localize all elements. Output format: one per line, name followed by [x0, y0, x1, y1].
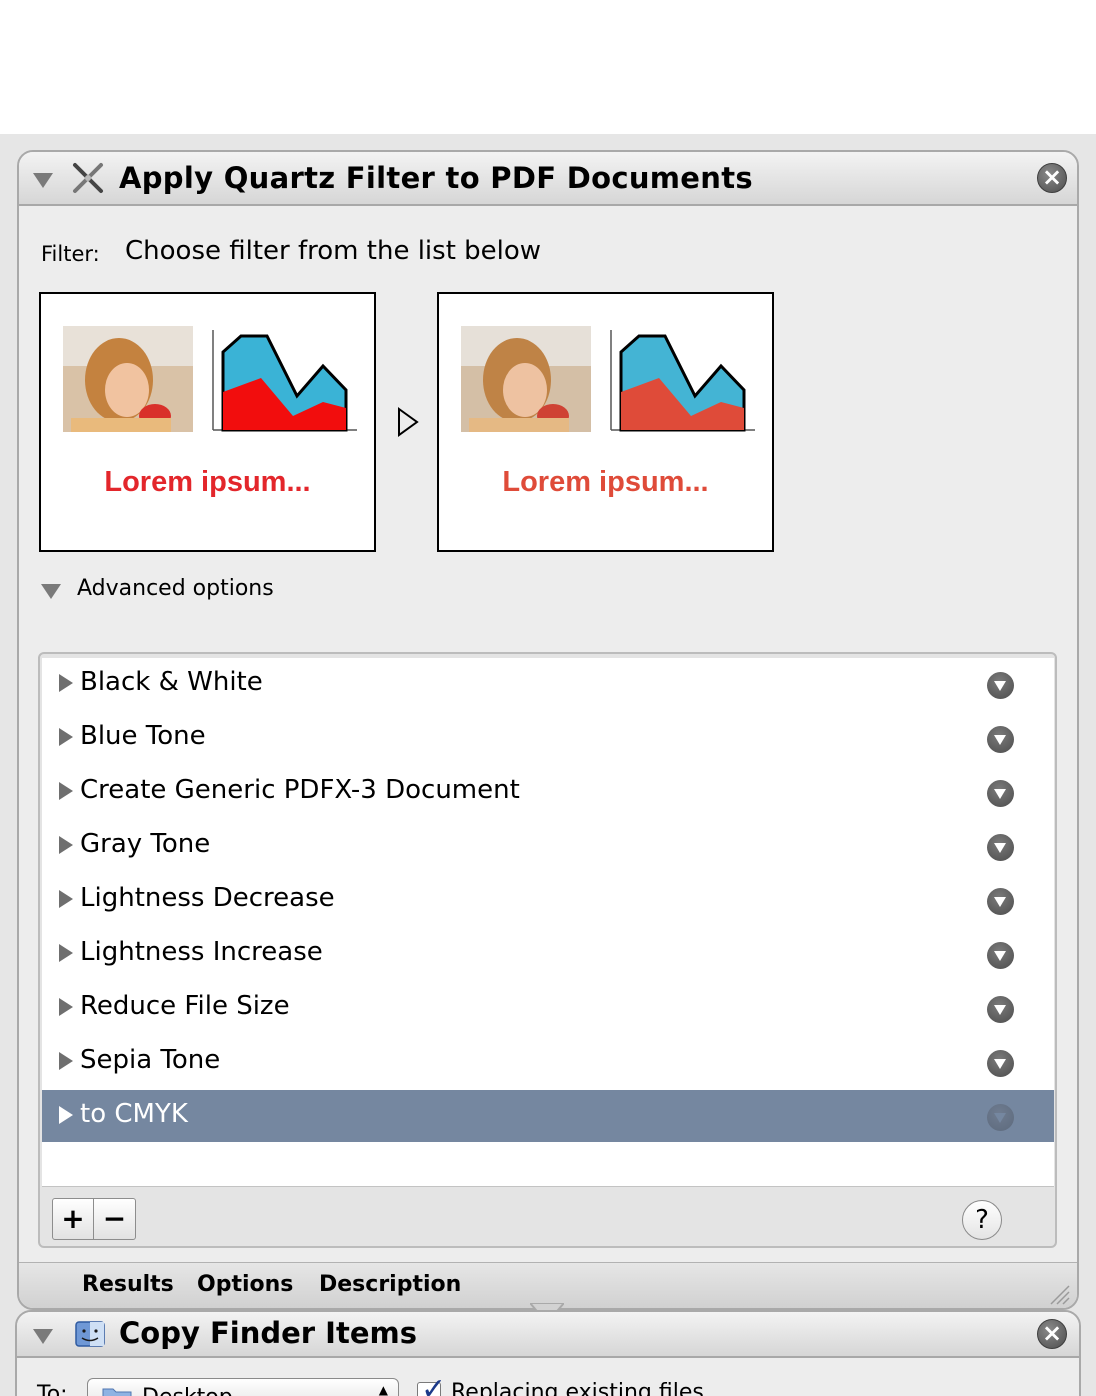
filter-menu-icon[interactable] [987, 1104, 1014, 1131]
remove-filter-button[interactable]: − [94, 1199, 135, 1239]
expand-triangle-icon[interactable] [59, 836, 73, 854]
collapse-triangle-icon[interactable] [33, 173, 53, 188]
filter-row[interactable]: Create Generic PDFX-3 Document [42, 766, 1054, 818]
advanced-options-label[interactable]: Advanced options [77, 576, 274, 601]
destination-popup[interactable]: Desktop ▲▼ [87, 1378, 399, 1396]
collapse-triangle-icon[interactable] [33, 1329, 53, 1344]
filter-label: Filter: [41, 242, 100, 266]
add-filter-button[interactable]: + [53, 1199, 94, 1239]
filter-row-label: Blue Tone [80, 721, 206, 751]
checkmark-icon: ✓ [421, 1372, 447, 1396]
filter-menu-icon[interactable] [987, 942, 1014, 969]
filter-value: Choose filter from the list below [125, 236, 542, 266]
add-remove-buttons: + − [52, 1198, 136, 1240]
filter-menu-icon[interactable] [987, 888, 1014, 915]
filter-menu-icon[interactable] [987, 1050, 1014, 1077]
replace-existing-label[interactable]: Replacing existing files [451, 1380, 704, 1396]
sample-image-after [461, 326, 755, 432]
filter-row-label: Reduce File Size [80, 991, 290, 1021]
filter-menu-icon[interactable] [987, 996, 1014, 1023]
to-label: To: [37, 1382, 68, 1396]
apply-quartz-filter-action: Apply Quartz Filter to PDF Documents × F… [17, 150, 1079, 1310]
preview-after-caption: Lorem ipsum... [502, 466, 709, 498]
tab-options[interactable]: Options [197, 1272, 293, 1297]
filter-list[interactable]: Black & White Blue Tone Create Generic PDF… [42, 658, 1054, 1187]
destination-label: Desktop [142, 1385, 233, 1396]
filter-menu-icon[interactable] [987, 834, 1014, 861]
help-button[interactable]: ? [962, 1200, 1002, 1240]
preview-after: Lorem ipsum... [437, 292, 774, 552]
expand-triangle-icon[interactable] [59, 728, 73, 746]
expand-triangle-icon[interactable] [59, 998, 73, 1016]
filter-row-label: Lightness Increase [80, 937, 323, 967]
filter-row-label: Create Generic PDFX-3 Document [80, 775, 520, 805]
copy-finder-items-action: Copy Finder Items × To: Desktop ▲▼ ✓ Rep… [15, 1310, 1081, 1396]
action-title: Copy Finder Items [119, 1316, 417, 1350]
action-header: Apply Quartz Filter to PDF Documents × [19, 152, 1077, 206]
expand-triangle-icon[interactable] [59, 944, 73, 962]
action-title: Apply Quartz Filter to PDF Documents [119, 161, 753, 195]
sample-image-before [63, 326, 357, 432]
x-tool-icon [73, 163, 103, 193]
tab-results[interactable]: Results [82, 1272, 174, 1297]
filter-row-label: Lightness Decrease [80, 883, 335, 913]
expand-triangle-icon[interactable] [59, 674, 73, 692]
expand-triangle-icon[interactable] [59, 782, 73, 800]
preview-before: Lorem ipsum... [39, 292, 376, 552]
filter-row[interactable]: Lightness Decrease [42, 874, 1054, 926]
folder-icon [102, 1388, 132, 1396]
filter-row-label: to CMYK [80, 1099, 188, 1129]
filter-row[interactable]: Blue Tone [42, 712, 1054, 764]
resize-grip-icon[interactable] [1049, 1284, 1071, 1306]
updown-arrows-icon: ▲▼ [378, 1383, 388, 1396]
play-arrow-icon [398, 407, 419, 437]
filter-row[interactable]: Black & White [42, 658, 1054, 710]
filter-row-label: Sepia Tone [80, 1045, 221, 1075]
filter-row-label: Gray Tone [80, 829, 211, 859]
finder-icon [75, 1321, 105, 1347]
filter-row[interactable]: Sepia Tone [42, 1036, 1054, 1088]
filter-row[interactable]: to CMYK [42, 1090, 1054, 1142]
expand-triangle-icon[interactable] [59, 890, 73, 908]
close-action-button[interactable]: × [1037, 163, 1067, 193]
filter-row[interactable]: Lightness Increase [42, 928, 1054, 980]
filter-row[interactable]: Gray Tone [42, 820, 1054, 872]
action-header: Copy Finder Items × [17, 1312, 1079, 1358]
preview-before-caption: Lorem ipsum... [104, 466, 311, 498]
tab-description[interactable]: Description [319, 1272, 461, 1297]
advanced-options-triangle-icon[interactable] [41, 584, 61, 599]
filter-menu-icon[interactable] [987, 672, 1014, 699]
close-action-button[interactable]: × [1037, 1319, 1067, 1349]
expand-triangle-icon[interactable] [59, 1106, 73, 1124]
filter-menu-icon[interactable] [987, 780, 1014, 807]
filter-menu-icon[interactable] [987, 726, 1014, 753]
filter-row[interactable]: Reduce File Size [42, 982, 1054, 1034]
filter-row-label: Black & White [80, 667, 263, 697]
filter-list-box: Black & White Blue Tone Create Generic PDF… [38, 652, 1057, 1248]
expand-triangle-icon[interactable] [59, 1052, 73, 1070]
